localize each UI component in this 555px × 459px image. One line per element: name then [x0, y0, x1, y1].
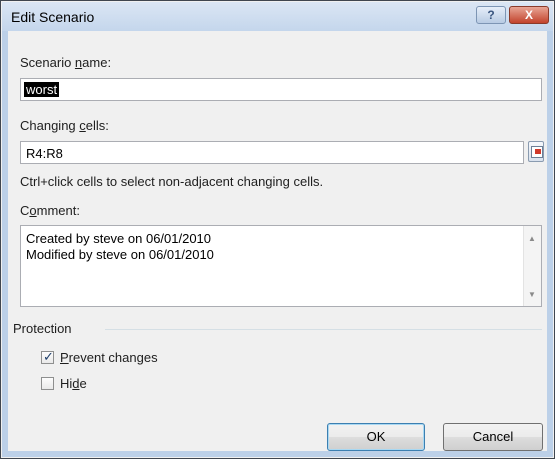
- scenario-name-value: worst: [24, 82, 60, 97]
- scroll-down-icon[interactable]: ▼: [528, 290, 536, 299]
- scenario-name-input[interactable]: worst: [20, 78, 542, 101]
- hide-checkbox[interactable]: [41, 377, 54, 390]
- comment-label: Comment:: [20, 203, 80, 218]
- comment-scrollbar[interactable]: ▲ ▼: [523, 226, 541, 306]
- close-button[interactable]: X: [509, 6, 549, 24]
- prevent-changes-checkbox[interactable]: ✓: [41, 349, 54, 364]
- comment-line-modified: Modified by steve on 06/01/2010: [26, 247, 214, 262]
- scenario-name-label: Scenario name:: [20, 55, 112, 70]
- scroll-up-icon[interactable]: ▲: [528, 234, 536, 243]
- window-frame-right: [547, 31, 553, 457]
- changing-cells-value: R4:R8: [26, 146, 63, 161]
- cancel-button[interactable]: Cancel: [443, 423, 543, 451]
- hide-label[interactable]: Hide: [60, 376, 87, 391]
- range-arrow-icon: [535, 149, 541, 154]
- help-icon: ?: [487, 8, 495, 22]
- dialog-content: Scenario name: worst Changing cells: R4:…: [8, 31, 547, 451]
- ok-button[interactable]: OK: [327, 423, 425, 451]
- collapse-dialog-button[interactable]: [528, 141, 544, 162]
- changing-cells-label: Changing cells:: [20, 118, 109, 133]
- title-bar[interactable]: Edit Scenario ? X: [2, 2, 553, 31]
- close-icon: X: [524, 8, 533, 22]
- check-icon: ✓: [43, 349, 54, 364]
- protection-group-label: Protection: [13, 321, 72, 336]
- prevent-changes-label[interactable]: Prevent changes: [60, 350, 158, 365]
- dialog-title: Edit Scenario: [11, 9, 95, 25]
- window-frame-bottom: [2, 451, 553, 457]
- comment-textarea[interactable]: Created by steve on 06/01/2010 Modified …: [20, 225, 542, 307]
- help-button[interactable]: ?: [476, 6, 506, 24]
- changing-cells-input[interactable]: R4:R8: [20, 141, 524, 164]
- comment-line-created: Created by steve on 06/01/2010: [26, 231, 212, 246]
- protection-group-divider: [105, 329, 542, 330]
- changing-cells-hint: Ctrl+click cells to select non-adjacent …: [20, 174, 324, 189]
- edit-scenario-dialog: Edit Scenario ? X Scenario name: worst C…: [0, 0, 555, 459]
